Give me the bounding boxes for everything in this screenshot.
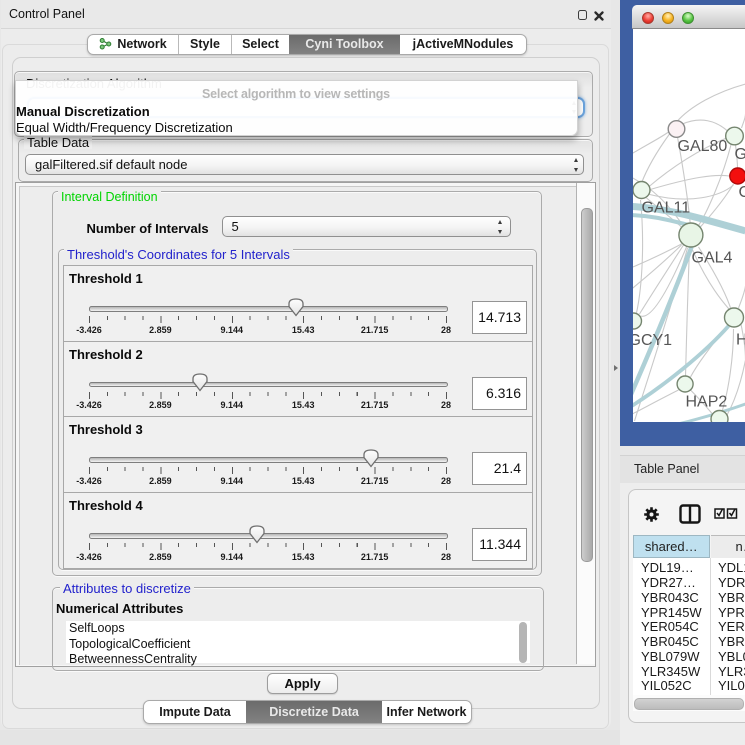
svg-text:GAL11: GAL11 <box>641 200 690 217</box>
svg-text:GCY1: GCY1 <box>633 332 672 349</box>
svg-text:GAL4: GAL4 <box>691 250 732 267</box>
svg-text:GA: GA <box>734 146 745 163</box>
svg-text:C: C <box>738 184 745 201</box>
svg-text:GAL80: GAL80 <box>677 138 727 155</box>
svg-text:HAP2: HAP2 <box>685 394 727 411</box>
svg-text:H: H <box>736 332 745 349</box>
